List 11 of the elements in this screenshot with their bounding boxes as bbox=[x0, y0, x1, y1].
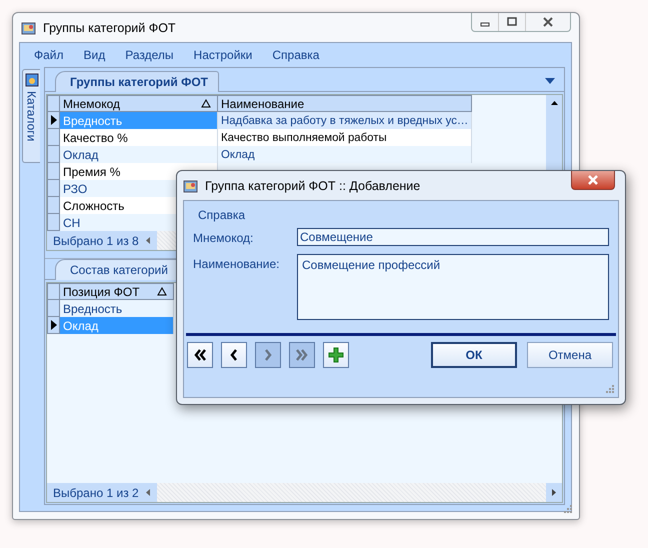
table-cell: Оклад bbox=[60, 146, 218, 163]
field-label: Мнемокод: bbox=[193, 230, 254, 245]
field-label: Наименование: bbox=[193, 256, 281, 271]
selection-status: Выбрано 1 из 2 bbox=[52, 486, 140, 500]
selection-status: Выбрано 1 из 8 bbox=[52, 234, 140, 248]
window-title: Группы категорий ФОТ bbox=[43, 20, 176, 34]
table-cell: Надбавка за работу в тяжелых и вредных ус… bbox=[218, 112, 472, 129]
table-cell: Качество выполняемой работы bbox=[218, 129, 472, 146]
table-cell: Качество % bbox=[60, 129, 218, 146]
table-cell: Вредность bbox=[60, 112, 218, 129]
table-cell: Оклад bbox=[218, 146, 472, 163]
